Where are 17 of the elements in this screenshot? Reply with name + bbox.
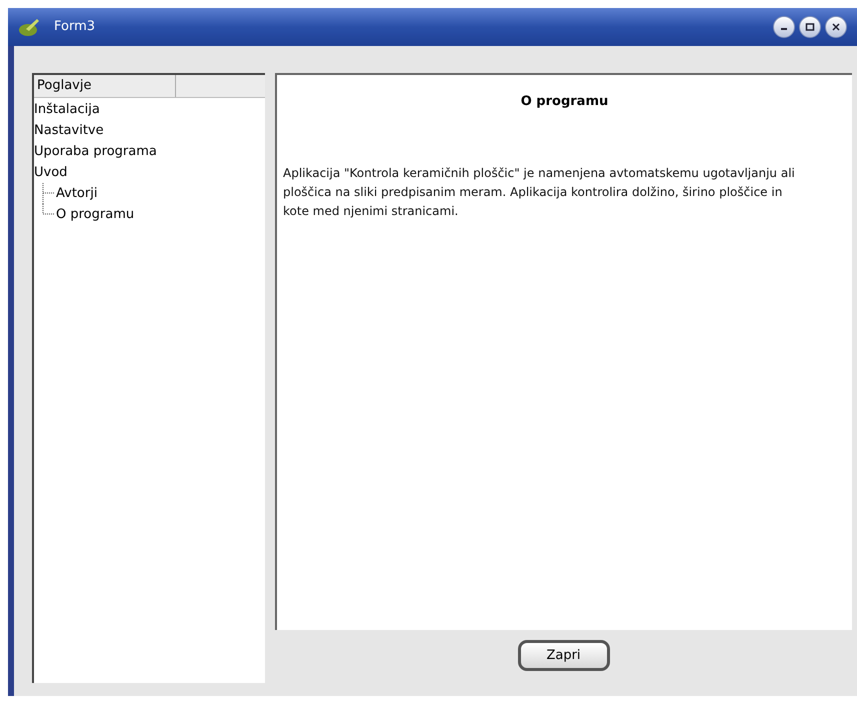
tree-item[interactable]: Avtorji: [56, 184, 98, 204]
window-title: Form3: [54, 18, 96, 36]
content-paragraph: Aplikacija "Kontrola keramičnih ploščic" je namenjena avtomatskemu ugotavljanju ali ploščica na sliki predpisanim meram. Aplikacija kontrolira dolžino, širino ploščice in kote med njenimi stranicami.: [283, 164, 796, 220]
tree-item[interactable]: Nastavitve: [34, 120, 104, 140]
maximize-button[interactable]: [799, 16, 821, 38]
tree-item[interactable]: Uporaba programa: [34, 142, 157, 162]
close-icon: [831, 22, 841, 32]
app-icon: [18, 17, 40, 37]
content-heading: O programu: [520, 93, 610, 111]
close-dialog-button[interactable]: Zapri: [518, 640, 610, 671]
minimize-button[interactable]: [773, 16, 795, 38]
column-header[interactable]: Poglavje: [34, 75, 176, 97]
close-button[interactable]: [825, 16, 847, 38]
tree-item[interactable]: O programu: [56, 204, 134, 224]
tree-item[interactable]: Inštalacija: [34, 100, 100, 120]
tree-item[interactable]: Uvod: [34, 162, 68, 182]
maximize-icon: [805, 22, 815, 32]
